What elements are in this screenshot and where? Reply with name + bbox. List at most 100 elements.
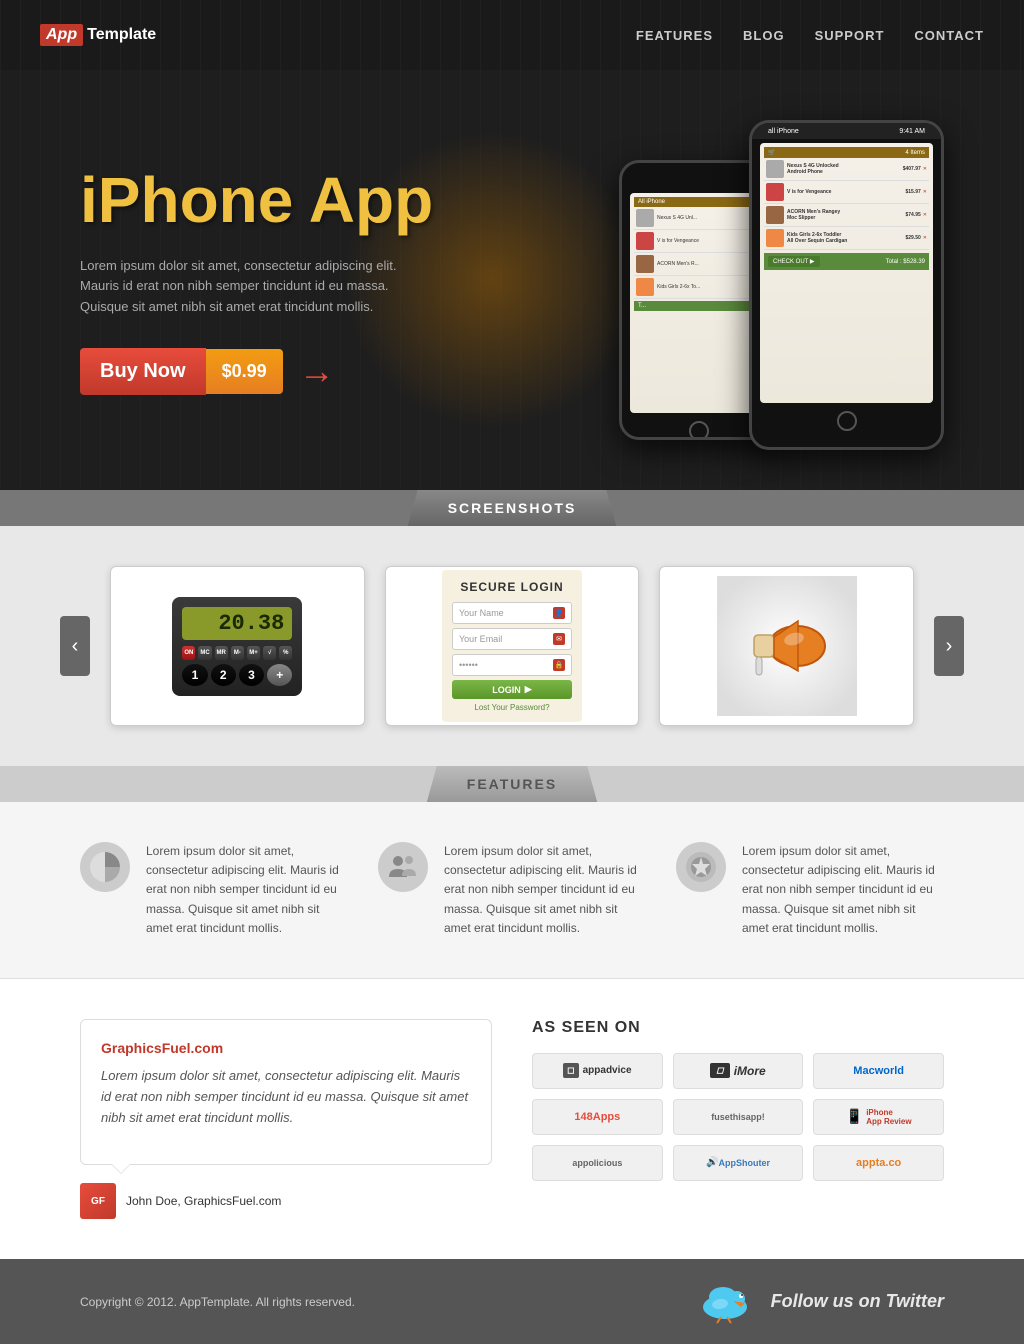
screenshot-login: SECURE LOGIN Your Name 👤 Your Email ✉ ••…: [385, 566, 640, 726]
cart-icon-large: 🛒: [768, 149, 775, 156]
footer-twitter: Follow us on Twitter: [695, 1279, 944, 1324]
phone-screen-large: 🛒 4 Items Nexus S 4G UnlockedAndroid Pho…: [760, 143, 933, 403]
logo-apptaco[interactable]: appta.co: [813, 1145, 944, 1181]
nav-features[interactable]: FEATURES: [636, 28, 713, 43]
calc-1[interactable]: 1: [182, 664, 207, 686]
screenshots-section: ‹ 20.38 ON MC MR M- M+ √ % 1 2 3 + SECUR: [0, 526, 1024, 766]
cart-checkout-small: T...: [634, 301, 764, 311]
calc-display: 20.38: [182, 607, 292, 640]
phone-screen-small: All iPhone Nexus S 4G Unl... V is for Ve…: [630, 193, 768, 413]
buy-now-button[interactable]: Buy Now: [80, 348, 206, 395]
cart-item-lg-4: Kids Girls 2-6x ToddlerAll Over Sequin C…: [764, 227, 929, 250]
logo-app: App: [40, 24, 83, 46]
logo-appshouter[interactable]: 🔊AppShouter: [673, 1145, 804, 1181]
logo-appadvice[interactable]: ◻appadvice: [532, 1053, 663, 1089]
cart-title-small: All iPhone: [638, 199, 665, 205]
features-section: Lorem ipsum dolor sit amet, consectetur …: [0, 802, 1024, 978]
screenshot-megaphone: [659, 566, 914, 726]
calc-3[interactable]: 3: [239, 664, 264, 686]
author-name: John Doe, GraphicsFuel.com: [126, 1194, 281, 1208]
feature-icon-1: [80, 842, 130, 892]
calc-sqrt-btn[interactable]: √: [263, 646, 276, 660]
logo-appolicious[interactable]: appolicious: [532, 1145, 663, 1181]
phone-time: 9:41 AM: [899, 128, 925, 135]
forgot-password-link[interactable]: Lost Your Password?: [452, 703, 572, 712]
megaphone-icon: [742, 601, 832, 691]
social-section: GraphicsFuel.com Lorem ipsum dolor sit a…: [0, 978, 1024, 1259]
phone-home-button-large: [837, 411, 857, 431]
main-nav: FEATURES BLOG SUPPORT CONTACT: [636, 28, 984, 43]
features-grid: Lorem ipsum dolor sit amet, consectetur …: [80, 842, 944, 938]
testimonial-author: GF John Doe, GraphicsFuel.com: [80, 1183, 492, 1219]
footer-copyright: Copyright © 2012. AppTemplate. All right…: [80, 1295, 355, 1309]
calc-main-buttons: 1 2 3 +: [182, 664, 292, 686]
cart-item-3: ACORN Men's R...: [634, 253, 764, 276]
calc-2[interactable]: 2: [211, 664, 236, 686]
header: App Template FEATURES BLOG SUPPORT CONTA…: [0, 0, 1024, 70]
nav-contact[interactable]: CONTACT: [914, 28, 984, 43]
footer: Copyright © 2012. AppTemplate. All right…: [0, 1259, 1024, 1344]
feature-text-2: Lorem ipsum dolor sit amet, consectetur …: [444, 842, 646, 938]
as-seen-on-section: AS SEEN ON ◻appadvice ◻iMore Macworld 14…: [532, 1019, 944, 1219]
cart-item-lg-2: V is for Vengeance $15.97 ✕: [764, 181, 929, 204]
calc-mr-btn[interactable]: MR: [215, 646, 228, 660]
logo-imore[interactable]: ◻iMore: [673, 1053, 804, 1089]
hero-title: iPhone App: [80, 165, 510, 235]
cart-count-large: 4 Items: [905, 150, 925, 156]
feature-item-3: Lorem ipsum dolor sit amet, consectetur …: [676, 842, 944, 938]
checkout-button[interactable]: CHECK OUT ▶: [768, 256, 820, 267]
lock-icon: 🔒: [553, 659, 565, 671]
testimonial-card: GraphicsFuel.com Lorem ipsum dolor sit a…: [80, 1019, 492, 1165]
calc-mminus-btn[interactable]: M-: [231, 646, 244, 660]
logo-template: Template: [87, 26, 156, 44]
carousel-prev[interactable]: ‹: [60, 616, 90, 676]
megaphone-widget: [717, 576, 857, 716]
cart-item-lg-3: ACORN Men's RangeyMoc Slipper $74.95 ✕: [764, 204, 929, 227]
feature-icon-2: [378, 842, 428, 892]
calc-mc-btn[interactable]: MC: [198, 646, 211, 660]
hero-phones: All iPhone Nexus S 4G Unl... V is for Ve…: [510, 120, 944, 440]
cart-item-4: Kids Girls 2-6x To...: [634, 276, 764, 299]
phone-mockup-large: all iPhone 9:41 AM 🛒 4 Items Nexus S 4G …: [749, 120, 944, 450]
features-header: FEATURES: [0, 766, 1024, 802]
hero-description: Lorem ipsum dolor sit amet, consectetur …: [80, 256, 420, 318]
hero-content: iPhone App Lorem ipsum dolor sit amet, c…: [80, 165, 510, 395]
login-widget: SECURE LOGIN Your Name 👤 Your Email ✉ ••…: [442, 570, 582, 722]
logo: App Template: [40, 24, 156, 46]
cart-item-1: Nexus S 4G Unl...: [634, 207, 764, 230]
calculator-widget: 20.38 ON MC MR M- M+ √ % 1 2 3 +: [172, 597, 302, 696]
calc-on-btn[interactable]: ON: [182, 646, 195, 660]
logo-fusethisapp[interactable]: fusethisapp!: [673, 1099, 804, 1135]
login-title: SECURE LOGIN: [452, 580, 572, 594]
testimonial-site[interactable]: GraphicsFuel.com: [101, 1040, 471, 1056]
login-name-field[interactable]: Your Name 👤: [452, 602, 572, 624]
calc-percent-btn[interactable]: %: [279, 646, 292, 660]
carousel-next[interactable]: ›: [934, 616, 964, 676]
screenshots-tab: SCREENSHOTS: [408, 490, 617, 526]
logo-iphone-review[interactable]: 📱iPhoneApp Review: [813, 1099, 944, 1135]
login-password-field[interactable]: •••••• 🔒: [452, 654, 572, 676]
logo-148apps[interactable]: 148Apps: [532, 1099, 663, 1135]
login-email-placeholder: Your Email: [459, 634, 502, 644]
calc-plus[interactable]: +: [267, 664, 292, 686]
features-tab: FEATURES: [427, 766, 597, 802]
nav-support[interactable]: SUPPORT: [815, 28, 885, 43]
phone-home-button-small: [689, 421, 709, 440]
arrow-icon: →: [299, 350, 335, 392]
nav-blog[interactable]: BLOG: [743, 28, 785, 43]
logo-macworld[interactable]: Macworld: [813, 1053, 944, 1089]
bubble-arrow: [111, 1164, 131, 1174]
calc-mplus-btn[interactable]: M+: [247, 646, 260, 660]
login-name-placeholder: Your Name: [459, 608, 504, 618]
feature-item-1: Lorem ipsum dolor sit amet, consectetur …: [80, 842, 348, 938]
as-seen-grid: ◻appadvice ◻iMore Macworld 148Apps fuset…: [532, 1053, 944, 1181]
email-icon: ✉: [553, 633, 565, 645]
follow-twitter-text[interactable]: Follow us on Twitter: [771, 1291, 944, 1312]
person-icon: 👤: [553, 607, 565, 619]
feature-item-2: Lorem ipsum dolor sit amet, consectetur …: [378, 842, 646, 938]
twitter-bird-icon: [695, 1279, 755, 1324]
login-email-field[interactable]: Your Email ✉: [452, 628, 572, 650]
cart-header-small: All iPhone: [634, 197, 764, 207]
feature-text-1: Lorem ipsum dolor sit amet, consectetur …: [146, 842, 348, 938]
login-button[interactable]: LOGIN ▶: [452, 680, 572, 699]
